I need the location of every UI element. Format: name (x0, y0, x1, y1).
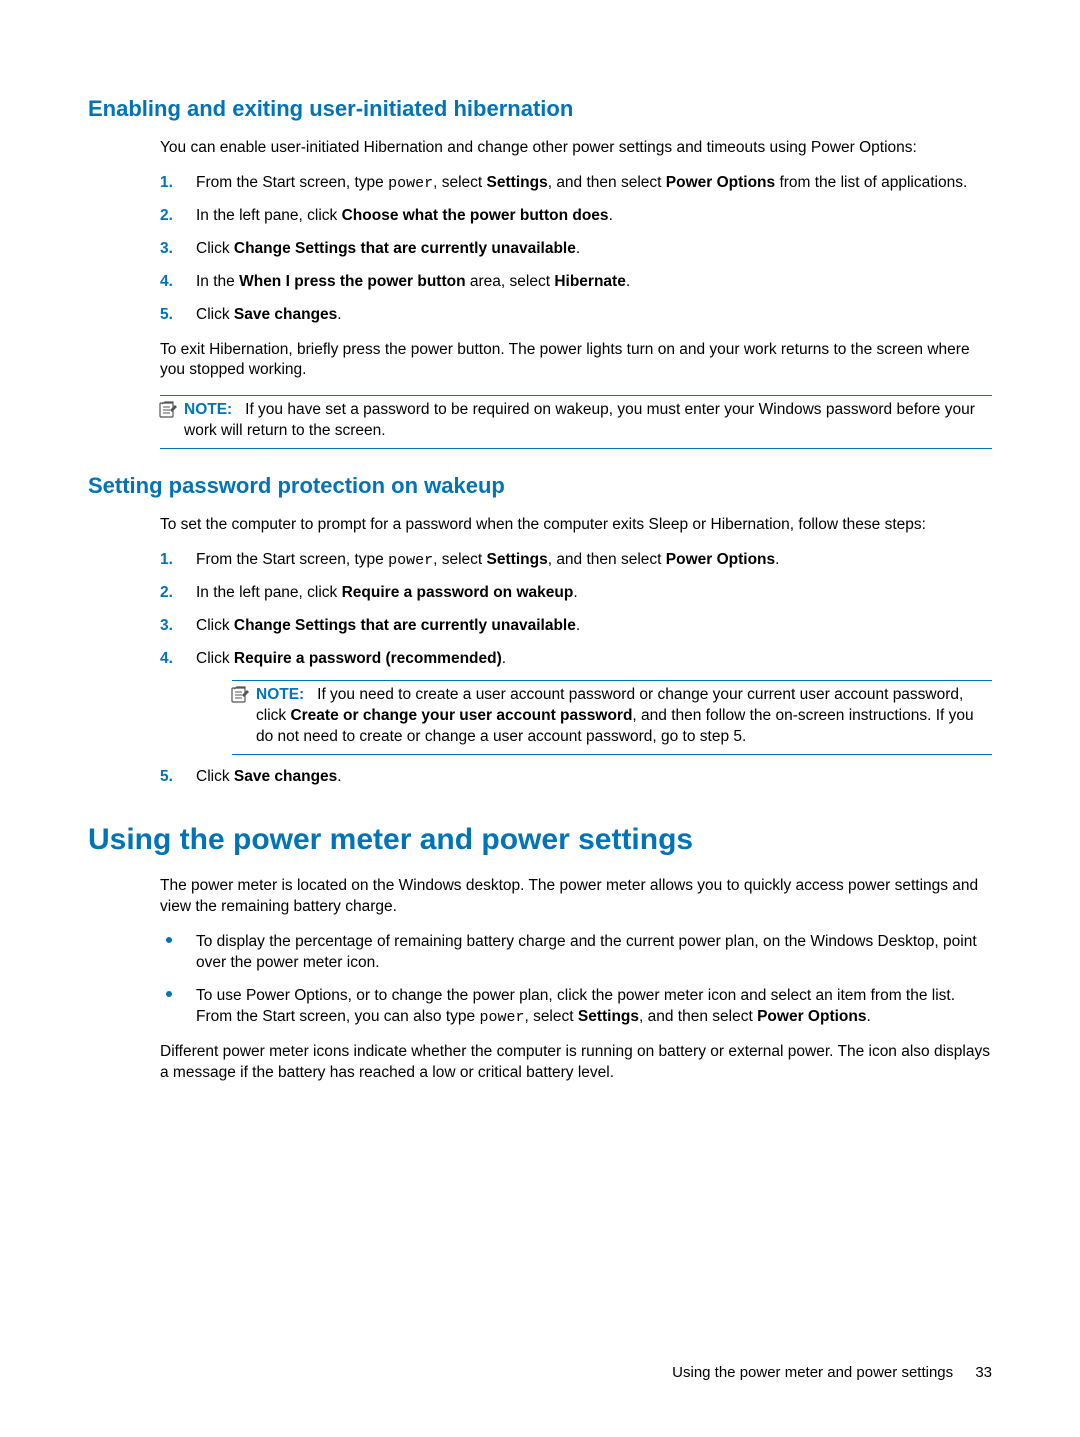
step-number: 3. (160, 616, 173, 637)
bullet-2: To use Power Options, or to change the p… (160, 986, 992, 1028)
exit-hibernation-text: To exit Hibernation, briefly press the p… (160, 340, 992, 382)
code-power: power (388, 552, 433, 569)
note-label: NOTE: (256, 686, 304, 703)
after-power-meter: Different power meter icons indicate whe… (160, 1042, 992, 1084)
step-text: From the Start screen, type power, selec… (196, 551, 779, 568)
step-text: Click Save changes. (196, 768, 342, 785)
step-text: In the left pane, click Require a passwo… (196, 584, 578, 601)
heading-hibernation: Enabling and exiting user-initiated hibe… (88, 94, 992, 124)
step-2: 2. In the left pane, click Require a pas… (160, 583, 992, 604)
bullets-power-meter: To display the percentage of remaining b… (160, 932, 992, 1028)
step-text: From the Start screen, type power, selec… (196, 174, 967, 191)
step-1: 1. From the Start screen, type power, se… (160, 550, 992, 571)
intro-password: To set the computer to prompt for a pass… (160, 515, 992, 536)
steps-password: 1. From the Start screen, type power, se… (160, 550, 992, 788)
step-number: 3. (160, 239, 173, 260)
code-power: power (479, 1009, 524, 1026)
footer-text: Using the power meter and power settings (672, 1364, 953, 1381)
step-5: 5. Click Save changes. (160, 305, 992, 326)
bullet-icon (166, 991, 172, 997)
step-4: 4. Click Require a password (recommended… (160, 649, 992, 755)
step-2: 2. In the left pane, click Choose what t… (160, 206, 992, 227)
step-text: Click Change Settings that are currently… (196, 240, 580, 257)
step-5: 5. Click Save changes. (160, 767, 992, 788)
intro-power-meter: The power meter is located on the Window… (160, 876, 992, 918)
note-icon (230, 685, 250, 705)
document-page: Enabling and exiting user-initiated hibe… (0, 0, 1080, 1148)
step-number: 1. (160, 173, 173, 194)
bullet-text: To use Power Options, or to change the p… (196, 987, 955, 1025)
bullet-text: To display the percentage of remaining b… (196, 933, 977, 971)
step-text: In the left pane, click Choose what the … (196, 207, 613, 224)
page-footer: Using the power meter and power settings… (672, 1363, 992, 1383)
code-power: power (388, 175, 433, 192)
steps-hibernation: 1. From the Start screen, type power, se… (160, 173, 992, 326)
heading-password: Setting password protection on wakeup (88, 471, 992, 501)
step-number: 4. (160, 272, 173, 293)
heading-power-meter: Using the power meter and power settings (88, 820, 992, 861)
step-number: 5. (160, 305, 173, 326)
step-text: Click Require a password (recommended). (196, 650, 506, 667)
note-label: NOTE: (184, 401, 232, 418)
note-content: NOTE: If you need to create a user accou… (232, 685, 992, 748)
step-number: 2. (160, 206, 173, 227)
step-text: Click Change Settings that are currently… (196, 617, 580, 634)
step-number: 5. (160, 767, 173, 788)
step-3: 3. Click Change Settings that are curren… (160, 616, 992, 637)
step-3: 3. Click Change Settings that are curren… (160, 239, 992, 260)
note-hibernation: NOTE: If you have set a password to be r… (160, 395, 992, 449)
note-text: If you have set a password to be require… (184, 401, 975, 439)
note-icon (158, 400, 178, 420)
step-text: Click Save changes. (196, 306, 342, 323)
note-content: NOTE: If you have set a password to be r… (160, 400, 992, 442)
step-text: In the When I press the power button are… (196, 273, 630, 290)
step-1: 1. From the Start screen, type power, se… (160, 173, 992, 194)
step-number: 1. (160, 550, 173, 571)
step-number: 2. (160, 583, 173, 604)
page-number: 33 (975, 1364, 992, 1381)
bullet-1: To display the percentage of remaining b… (160, 932, 992, 974)
step-4: 4. In the When I press the power button … (160, 272, 992, 293)
bullet-icon (166, 937, 172, 943)
step-number: 4. (160, 649, 173, 670)
note-password: NOTE: If you need to create a user accou… (232, 680, 992, 755)
intro-hibernation: You can enable user-initiated Hibernatio… (160, 138, 992, 159)
